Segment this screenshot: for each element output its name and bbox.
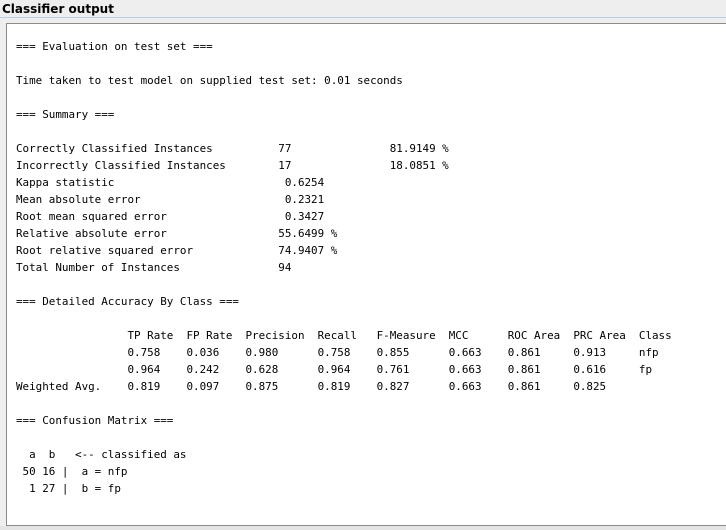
output-line: Mean absolute error 0.2321 — [16, 193, 325, 206]
output-line: === Confusion Matrix === — [16, 414, 174, 427]
output-line: === Summary === — [16, 108, 115, 121]
output-line: a b <-- classified as — [16, 448, 187, 461]
output-line: === Evaluation on test set === — [16, 40, 213, 53]
output-line: 0.758 0.036 0.980 0.758 0.855 0.663 0.86… — [16, 346, 659, 359]
output-line: Correctly Classified Instances 77 81.914… — [16, 142, 449, 155]
output-line: Root mean squared error 0.3427 — [16, 210, 325, 223]
output-line: TP Rate FP Rate Precision Recall F-Measu… — [16, 329, 672, 342]
output-line: Relative absolute error 55.6499 % — [16, 227, 338, 240]
output-line: Total Number of Instances 94 — [16, 261, 292, 274]
output-line: 1 27 | b = fp — [16, 482, 121, 495]
output-line: 50 16 | a = nfp — [16, 465, 128, 478]
bottom-edge — [0, 526, 726, 530]
panel-title: Classifier output — [2, 2, 114, 16]
output-line: Incorrectly Classified Instances 17 18.0… — [16, 159, 449, 172]
output-line: Kappa statistic 0.6254 — [16, 176, 325, 189]
output-line: Weighted Avg. 0.819 0.097 0.875 0.819 0.… — [16, 380, 607, 393]
output-line: Root relative squared error 74.9407 % — [16, 244, 338, 257]
output-line: Time taken to test model on supplied tes… — [16, 74, 403, 87]
classifier-output-text[interactable]: === Evaluation on test set === Time take… — [16, 38, 672, 497]
output-line: 0.964 0.242 0.628 0.964 0.761 0.663 0.86… — [16, 363, 653, 376]
output-line: === Detailed Accuracy By Class === — [16, 295, 239, 308]
title-separator — [0, 17, 726, 18]
